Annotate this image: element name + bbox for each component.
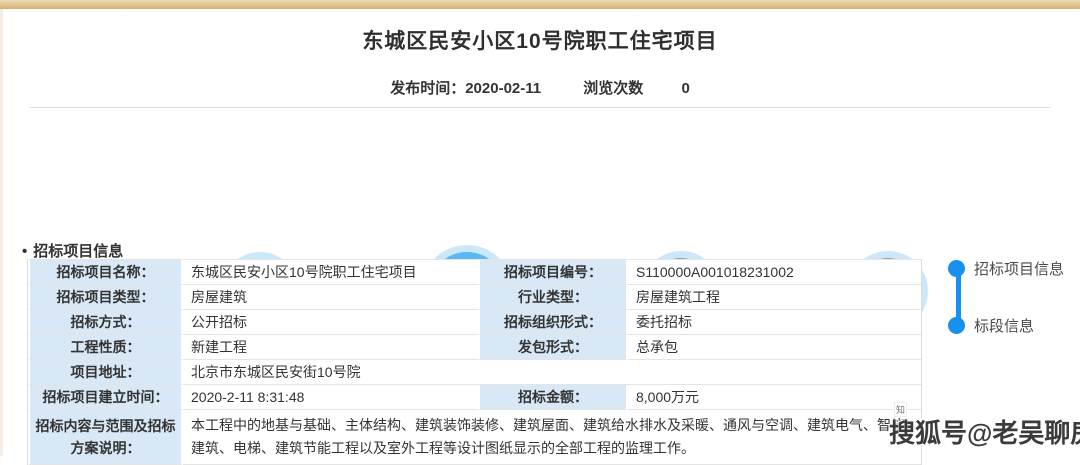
cell-value-project-type: 房屋建筑: [183, 285, 478, 310]
publish-time-label: 发布时间：: [390, 77, 465, 98]
cell-value-project-name: 东城区民安小区10号院职工住宅项目: [183, 259, 478, 285]
table-row: 工程性质： 新建工程 发包形式： 总承包: [28, 335, 921, 360]
cell-value-project-nature: 新建工程: [183, 335, 478, 360]
bullet-icon: •: [22, 243, 27, 260]
nav-dot-icon: [948, 260, 965, 277]
publish-time-value: 2020-02-11: [465, 80, 541, 97]
nav-item-label: 招标项目信息: [974, 258, 1064, 279]
views-label: 浏览次数: [583, 77, 643, 98]
cell-label-setup-time: 招标项目建立时间：: [28, 385, 183, 410]
nav-item-label: 标段信息: [974, 315, 1034, 336]
table-row: 招标内容与范围及招标方案说明： 本工程中的地基与基础、主体结构、建筑装饰装修、建…: [28, 410, 921, 465]
views-count: 0: [681, 80, 689, 97]
cell-value-project-number: S110000A001018231002: [628, 259, 921, 285]
anchor-nav: 招标项目信息 标段信息: [948, 256, 1080, 366]
section-header-tender-project-info: • 招标项目信息: [22, 240, 123, 261]
header-divider: [30, 107, 1050, 108]
cell-value-tender-amount: 8,000万元: [628, 385, 921, 410]
cell-value-industry-type: 房屋建筑工程: [628, 285, 921, 310]
cell-label-tender-amount: 招标金额：: [478, 385, 628, 410]
table-row: 招标项目类型： 房屋建筑 行业类型： 房屋建筑工程: [28, 285, 921, 310]
cell-value-setup-time: 2020-2-11 8:31:48: [183, 385, 478, 410]
cell-label-industry-type: 行业类型：: [478, 285, 628, 310]
page-title: 东城区民安小区10号院职工住宅项目: [0, 25, 1080, 55]
cell-value-project-address: 北京市东城区民安街10号院: [183, 360, 921, 385]
publish-meta: 发布时间：2020-02-11 浏览次数 0: [0, 77, 1080, 98]
table-row: 招标项目建立时间： 2020-2-11 8:31:48 招标金额： 8,000万…: [28, 385, 921, 410]
cell-label-organization-form: 招标组织形式：: [478, 310, 628, 335]
watermark-text: 搜狐号@老吴聊房: [889, 413, 1080, 450]
table-row: 项目地址： 北京市东城区民安街10号院: [28, 360, 921, 385]
cell-value-tender-method: 公开招标: [183, 310, 478, 335]
cell-value-contract-form: 总承包: [628, 335, 921, 360]
cell-value-scope-description: 本工程中的地基与基础、主体结构、建筑装饰装修、建筑屋面、建筑给水排水及采暖、通风…: [183, 410, 921, 465]
cell-label-project-name: 招标项目名称：: [28, 259, 183, 285]
nav-dot-icon: [948, 317, 965, 334]
cell-label-project-type: 招标项目类型：: [28, 285, 183, 310]
top-gold-bar: [0, 0, 1080, 9]
tender-info-table: 招标项目名称： 东城区民安小区10号院职工住宅项目 招标项目编号： S11000…: [27, 259, 922, 465]
cell-label-project-number: 招标项目编号：: [478, 259, 628, 285]
table-row: 招标项目名称： 东城区民安小区10号院职工住宅项目 招标项目编号： S11000…: [28, 259, 921, 285]
cell-label-tender-method: 招标方式：: [28, 310, 183, 335]
nav-item-tender-project-info[interactable]: 招标项目信息: [948, 258, 1064, 279]
cell-label-contract-form: 发包形式：: [478, 335, 628, 360]
cell-label-project-nature: 工程性质：: [28, 335, 183, 360]
cell-label-scope-description: 招标内容与范围及招标方案说明：: [28, 410, 183, 465]
process-flow: 项目 登记 公告 及文件 开评标 交易: [0, 118, 1080, 233]
section-title: 招标项目信息: [33, 243, 123, 260]
table-row: 招标方式： 公开招标 招标组织形式： 委托招标: [28, 310, 921, 335]
cell-label-project-address: 项目地址：: [28, 360, 183, 385]
nav-item-section-info[interactable]: 标段信息: [948, 315, 1034, 336]
cell-value-organization-form: 委托招标: [628, 310, 921, 335]
